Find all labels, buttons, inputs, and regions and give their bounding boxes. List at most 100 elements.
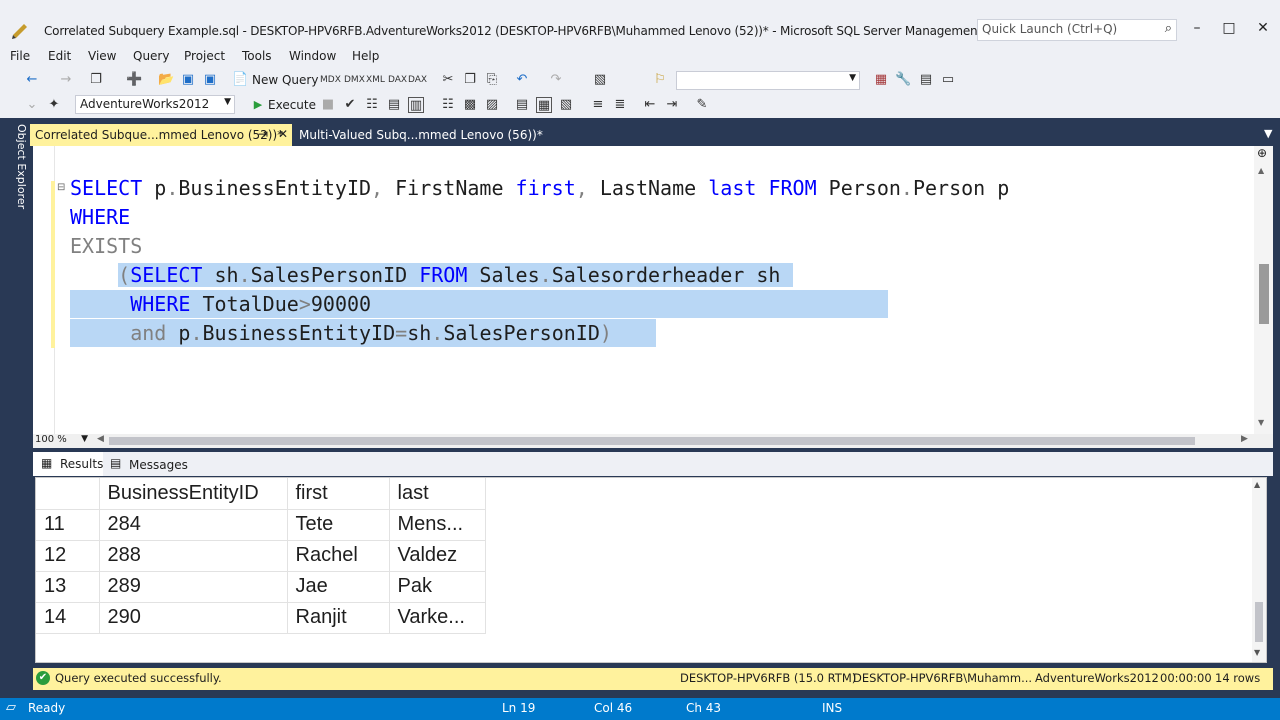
results-to-text-icon[interactable]: ▤ — [514, 97, 530, 113]
row-number[interactable]: 12 — [36, 540, 100, 572]
row-number[interactable]: 13 — [36, 571, 100, 603]
table-row[interactable]: 11 284 Tete Mens... — [36, 509, 486, 541]
new-query-button[interactable]: New Query — [252, 73, 318, 87]
back-icon[interactable]: ← — [24, 72, 40, 88]
tab-overflow-icon[interactable]: ▼ — [1264, 127, 1272, 140]
client-stats-icon[interactable]: ▨ — [484, 97, 500, 113]
menu-edit[interactable]: Edit — [48, 49, 71, 63]
uncomment-icon[interactable]: ≣ — [612, 97, 628, 113]
query-editor[interactable]: ⊟ SELECT p.BusinessEntityID, FirstName f… — [33, 146, 1273, 434]
cell[interactable]: Tete — [287, 509, 390, 541]
pin-icon[interactable]: ⇥ — [258, 127, 268, 141]
cell[interactable]: 289 — [99, 571, 288, 603]
quick-launch-input[interactable]: Quick Launch (Ctrl+Q) ⌕ — [977, 19, 1177, 41]
tools-icon[interactable]: 🔧 — [895, 72, 911, 88]
execute-icon[interactable]: ▶ — [250, 97, 266, 113]
connect-icon[interactable]: ⌄ — [24, 97, 40, 113]
scroll-down-icon[interactable]: ▼ — [1258, 418, 1264, 427]
scroll-right-icon[interactable]: ▶ — [1241, 434, 1248, 444]
live-stats-icon[interactable]: ▩ — [462, 97, 478, 113]
comment-icon[interactable]: ≡ — [590, 97, 606, 113]
parse-icon[interactable]: ✔ — [342, 97, 358, 113]
properties-icon[interactable]: ▦ — [873, 72, 889, 88]
column-header[interactable]: last — [389, 478, 486, 510]
object-explorer-tab[interactable]: Object Explorer — [6, 124, 28, 214]
cell[interactable]: Valdez — [389, 540, 486, 572]
find-combo[interactable]: ▼ — [676, 71, 860, 90]
horizontal-scrollbar-thumb[interactable] — [109, 437, 1195, 445]
scroll-left-icon[interactable]: ◀ — [97, 434, 104, 444]
find-icon[interactable]: ⚐ — [652, 72, 668, 88]
new-query-icon[interactable]: 📄 — [232, 72, 248, 88]
activity-monitor-icon[interactable]: ▧ — [592, 72, 608, 88]
tab-correlated-subquery[interactable]: Correlated Subque...mmed Lenovo (52))* ⇥… — [30, 124, 292, 146]
query-options-icon[interactable]: ▤ — [386, 97, 402, 113]
cell[interactable]: Varke... — [389, 602, 486, 634]
undo-icon[interactable]: ↶ — [514, 72, 530, 88]
results-to-grid-icon[interactable]: ▦ — [536, 97, 552, 113]
scroll-up-icon[interactable]: ▲ — [1254, 480, 1260, 489]
tab-messages[interactable]: ▤ Messages — [107, 452, 188, 476]
editor-vertical-scrollbar[interactable]: ⊕ ▲ ▼ — [1254, 146, 1273, 434]
dax2-query-icon[interactable]: DAX — [408, 72, 427, 88]
copy-icon[interactable]: ❐ — [462, 72, 478, 88]
column-header[interactable]: BusinessEntityID — [99, 478, 288, 510]
new-project-icon[interactable]: ❐ — [88, 72, 104, 88]
menu-help[interactable]: Help — [352, 49, 379, 63]
cell[interactable]: 290 — [99, 602, 288, 634]
save-icon[interactable]: ▣ — [180, 72, 196, 88]
database-select[interactable]: AdventureWorks2012 ▼ — [75, 95, 235, 114]
split-icon[interactable]: ⊕ — [1257, 146, 1267, 160]
tab-multi-valued-subquery[interactable]: Multi-Valued Subq...mmed Lenovo (56))* — [294, 124, 543, 146]
search-icon[interactable]: ⌕ — [1165, 21, 1172, 36]
mdx-query-icon[interactable]: MDX — [320, 72, 341, 88]
specify-values-icon[interactable]: ✎ — [694, 97, 710, 113]
close-button[interactable]: ✕ — [1253, 20, 1273, 36]
scrollbar-thumb[interactable] — [1255, 602, 1263, 642]
cell[interactable]: Mens... — [389, 509, 486, 541]
table-row[interactable]: 14 290 Ranjit Varke... — [36, 602, 486, 634]
save-all-icon[interactable]: ▣ — [202, 72, 218, 88]
cell[interactable]: 288 — [99, 540, 288, 572]
menu-view[interactable]: View — [88, 49, 116, 63]
execute-button[interactable]: Execute — [268, 98, 316, 112]
increase-indent-icon[interactable]: ⇥ — [664, 97, 680, 113]
xmla-query-icon[interactable]: XML — [366, 72, 385, 88]
menu-window[interactable]: Window — [289, 49, 336, 63]
cell[interactable]: Jae — [287, 571, 390, 603]
scroll-down-icon[interactable]: ▼ — [1254, 648, 1260, 657]
menu-query[interactable]: Query — [133, 49, 169, 63]
row-number[interactable]: 14 — [36, 602, 100, 634]
menu-project[interactable]: Project — [184, 49, 225, 63]
cell[interactable]: Pak — [389, 571, 486, 603]
grid-vertical-scrollbar[interactable]: ▲ ▼ — [1252, 478, 1266, 662]
add-item-icon[interactable]: ➕ — [126, 72, 142, 88]
cell[interactable]: Rachel — [287, 540, 390, 572]
cut-icon[interactable]: ✂ — [440, 72, 456, 88]
zoom-select[interactable]: 100 % ▼ — [33, 434, 91, 448]
menu-tools[interactable]: Tools — [242, 49, 272, 63]
estimated-plan-icon[interactable]: ☷ — [364, 97, 380, 113]
results-grid[interactable]: BusinessEntityID first last 11 284 Tete … — [35, 477, 1267, 663]
close-tab-icon[interactable]: ✕ — [278, 127, 288, 141]
results-to-file-icon[interactable]: ▧ — [558, 97, 574, 113]
collapse-icon[interactable]: ⊟ — [57, 182, 65, 193]
column-header[interactable]: first — [287, 478, 390, 510]
tab-results[interactable]: ▦ Results — [33, 452, 103, 476]
forward-icon[interactable]: → — [58, 72, 74, 88]
change-connection-icon[interactable]: ✦ — [46, 97, 62, 113]
actual-plan-icon[interactable]: ☷ — [440, 97, 456, 113]
table-row[interactable]: 12 288 Rachel Valdez — [36, 540, 486, 572]
redo-icon[interactable]: ↷ — [548, 72, 564, 88]
minimize-button[interactable]: – — [1187, 20, 1207, 36]
dax-query-icon[interactable]: DAX — [388, 72, 407, 88]
paste-icon[interactable]: ⎘ — [484, 72, 500, 88]
decrease-indent-icon[interactable]: ⇤ — [642, 97, 658, 113]
window-icon[interactable]: ▭ — [940, 72, 956, 88]
row-number[interactable]: 11 — [36, 509, 100, 541]
cell[interactable]: Ranjit — [287, 602, 390, 634]
dmx-query-icon[interactable]: DMX — [344, 72, 365, 88]
scroll-up-icon[interactable]: ▲ — [1258, 166, 1264, 175]
cancel-query-icon[interactable]: ■ — [320, 97, 336, 113]
table-row[interactable]: 13 289 Jae Pak — [36, 571, 486, 603]
